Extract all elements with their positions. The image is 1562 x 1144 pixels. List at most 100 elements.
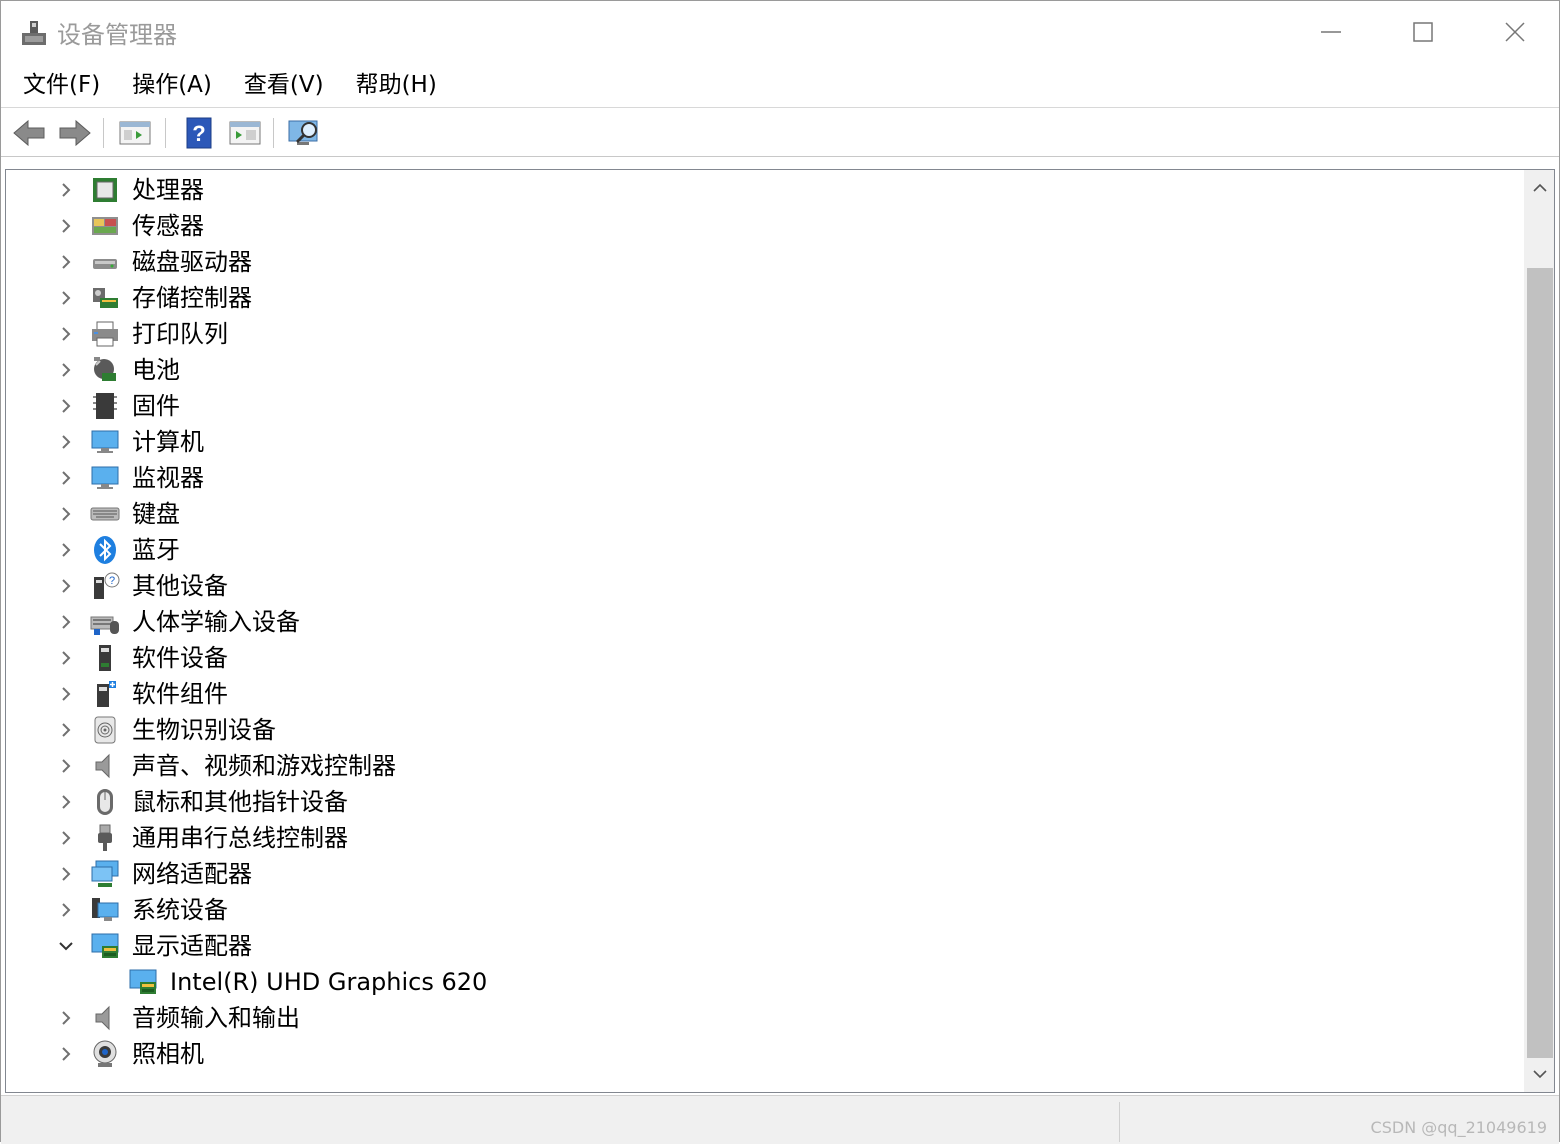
tree-category-row[interactable]: 计算机 [6, 424, 1516, 460]
system-device-icon [92, 898, 119, 921]
tree-category-row[interactable]: 系统设备 [6, 892, 1516, 928]
tree-category-row[interactable]: 鼠标和其他指针设备 [6, 784, 1516, 820]
tree-category-row[interactable]: 存储控制器 [6, 280, 1516, 316]
tree-category-row[interactable]: 音频输入和输出 [6, 1000, 1516, 1036]
processor-icon [93, 178, 117, 202]
update-driver-button[interactable] [227, 115, 263, 151]
tree-category-row[interactable]: 生物识别设备 [6, 712, 1516, 748]
chevron-down-icon[interactable] [56, 936, 76, 956]
tree-category-label: 显示适配器 [132, 932, 252, 960]
firmware-icon [93, 393, 117, 419]
software-component-icon [97, 681, 116, 707]
chevron-right-icon[interactable] [56, 648, 76, 668]
audio-io-icon [95, 1005, 110, 1031]
close-button[interactable] [1469, 1, 1561, 63]
scroll-up-button[interactable] [1524, 172, 1554, 204]
tree-device-label: Intel(R) UHD Graphics 620 [170, 968, 488, 996]
tree-category-row[interactable]: 固件 [6, 388, 1516, 424]
tree-category-label: 键盘 [132, 500, 180, 528]
hid-icon [90, 616, 119, 635]
tree-category-row[interactable]: 人体学输入设备 [6, 604, 1516, 640]
tree-category-row[interactable]: 蓝牙 [6, 532, 1516, 568]
chevron-right-icon[interactable] [56, 828, 76, 848]
chevron-right-icon[interactable] [56, 540, 76, 560]
chevron-right-icon[interactable] [56, 576, 76, 596]
menu-file[interactable]: 文件(F) [1, 63, 116, 107]
disk-drive-icon [93, 259, 117, 269]
tree-category-row[interactable]: 处理器 [6, 172, 1516, 208]
back-icon [13, 119, 45, 147]
maximize-button[interactable] [1377, 1, 1469, 63]
scan-hardware-button[interactable] [287, 115, 323, 151]
tree-category-row[interactable]: 网络适配器 [6, 856, 1516, 892]
minimize-icon [1321, 31, 1341, 33]
chevron-right-icon[interactable] [56, 288, 76, 308]
title-bar[interactable]: 设备管理器 [1, 1, 1559, 63]
tree-category-label: 蓝牙 [132, 536, 180, 564]
tree-category-row[interactable]: 传感器 [6, 208, 1516, 244]
chevron-right-icon[interactable] [56, 720, 76, 740]
biometric-icon [94, 716, 116, 744]
help-icon: ? [186, 117, 212, 149]
sound-icon [95, 753, 110, 779]
chevron-right-icon[interactable] [56, 1044, 76, 1064]
chevron-right-icon[interactable] [56, 180, 76, 200]
vertical-scrollbar[interactable] [1524, 170, 1554, 1092]
printer-icon [92, 321, 118, 347]
menu-help[interactable]: 帮助(H) [340, 63, 453, 107]
tree-device-row[interactable]: Intel(R) UHD Graphics 620 [6, 964, 1516, 1000]
tree-category-label: 通用串行总线控制器 [132, 824, 348, 852]
display-adapter-icon [129, 969, 157, 994]
chevron-right-icon[interactable] [56, 252, 76, 272]
chevron-right-icon[interactable] [56, 468, 76, 488]
forward-button[interactable] [57, 115, 93, 151]
help-button[interactable]: ? [181, 115, 217, 151]
tree-category-row[interactable]: 照相机 [6, 1036, 1516, 1072]
tree-category-label: 生物识别设备 [132, 716, 276, 744]
update-driver-icon [229, 121, 261, 145]
tree-category-row[interactable]: ? 其他设备 [6, 568, 1516, 604]
chevron-right-icon[interactable] [56, 324, 76, 344]
menu-view[interactable]: 查看(V) [228, 63, 340, 107]
tree-category-row[interactable]: 声音、视频和游戏控制器 [6, 748, 1516, 784]
chevron-right-icon[interactable] [56, 792, 76, 812]
properties-icon [119, 121, 151, 145]
device-tree[interactable]: 处理器传感器磁盘驱动器 存储控制器 打印队列 电池 固件 计算机监视器键盘蓝牙 ? 其他设备人… [5, 169, 1555, 1093]
properties-button[interactable] [117, 115, 153, 151]
back-button[interactable] [11, 115, 47, 151]
tree-category-row[interactable]: 电池 [6, 352, 1516, 388]
tree-category-label: 软件设备 [132, 644, 228, 672]
tree-category-row[interactable]: 软件组件 [6, 676, 1516, 712]
chevron-right-icon[interactable] [56, 684, 76, 704]
tree-category-row[interactable]: 监视器 [6, 460, 1516, 496]
tree-category-row[interactable]: 磁盘驱动器 [6, 244, 1516, 280]
chevron-right-icon[interactable] [56, 864, 76, 884]
chevron-right-icon[interactable] [56, 504, 76, 524]
chevron-right-icon[interactable] [56, 612, 76, 632]
tree-category-row[interactable]: 软件设备 [6, 640, 1516, 676]
chevron-down-icon [1533, 1070, 1547, 1079]
chevron-right-icon[interactable] [56, 216, 76, 236]
tree-category-row[interactable]: 显示适配器 [6, 928, 1516, 964]
tree-category-row[interactable]: 键盘 [6, 496, 1516, 532]
scroll-down-button[interactable] [1524, 1058, 1554, 1090]
computer-icon [91, 430, 119, 453]
tree-category-label: 照相机 [132, 1040, 204, 1068]
toolbar: ? [1, 108, 1559, 157]
chevron-right-icon[interactable] [56, 756, 76, 776]
chevron-right-icon[interactable] [56, 360, 76, 380]
tree-category-row[interactable]: 打印队列 [6, 316, 1516, 352]
minimize-button[interactable] [1285, 1, 1377, 63]
scan-hardware-icon [288, 120, 318, 145]
menu-action[interactable]: 操作(A) [116, 63, 228, 107]
chevron-right-icon[interactable] [56, 1008, 76, 1028]
scrollbar-thumb[interactable] [1527, 268, 1553, 1058]
tree-category-label: 传感器 [132, 212, 204, 240]
chevron-right-icon[interactable] [56, 432, 76, 452]
tree-category-label: 软件组件 [132, 680, 228, 708]
tree-category-label: 监视器 [132, 464, 204, 492]
chevron-right-icon[interactable] [56, 396, 76, 416]
chevron-right-icon[interactable] [56, 900, 76, 920]
tree-category-row[interactable]: 通用串行总线控制器 [6, 820, 1516, 856]
network-adapter-icon [91, 860, 119, 887]
